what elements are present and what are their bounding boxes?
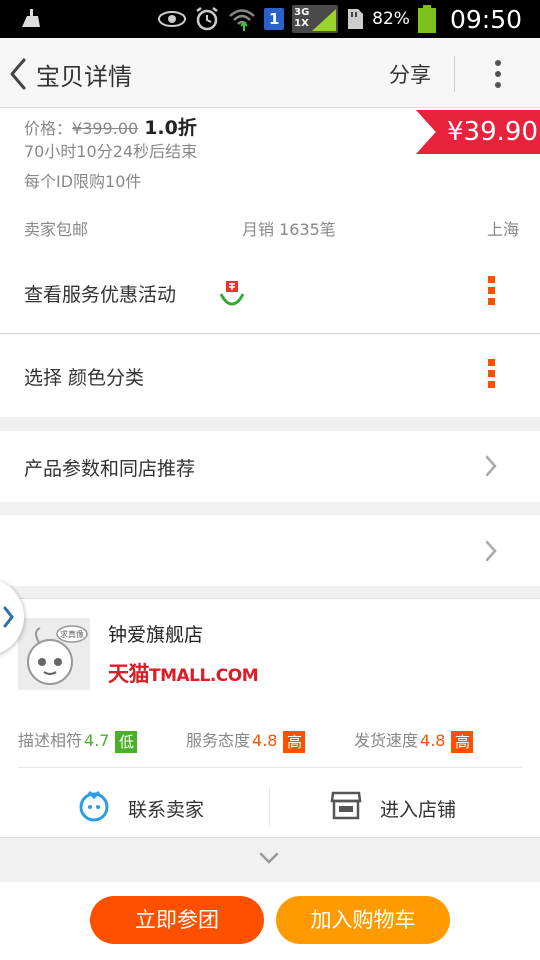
contact-seller-label: 联系卖家 xyxy=(128,799,205,821)
enter-shop-button[interactable]: 进入店铺 xyxy=(270,779,540,835)
product-params-row[interactable]: 产品参数和同店推荐 xyxy=(0,431,540,502)
shipping-info: 卖家包邮 xyxy=(24,220,89,239)
page-title: 宝贝详情 xyxy=(36,63,132,91)
discount-rate: 1.0折 xyxy=(144,117,197,139)
alarm-icon xyxy=(194,6,220,32)
select-variant-row[interactable]: 选择 颜色分类 xyxy=(0,335,540,417)
battery-icon xyxy=(417,5,436,33)
tmall-logo: 天猫TMALL.COM xyxy=(108,662,259,686)
purchase-limit: 每个ID限购10件 xyxy=(24,172,142,191)
product-params-label: 产品参数和同店推荐 xyxy=(24,458,196,480)
service-score: 服务态度 4.8 高 xyxy=(186,727,306,753)
join-group-button[interactable]: 立即参团 xyxy=(90,896,264,944)
add-to-cart-button[interactable]: 加入购物车 xyxy=(276,896,450,944)
service-promo-row[interactable]: 查看服务优惠活动 xyxy=(0,256,540,334)
chat-icon xyxy=(77,789,111,823)
sd-card-icon xyxy=(346,8,364,30)
wifi-icon xyxy=(228,7,256,31)
blank-detail-row[interactable] xyxy=(0,515,540,586)
back-button[interactable] xyxy=(4,54,34,94)
low-badge: 低 xyxy=(115,731,138,753)
shop-name[interactable]: 钟爱旗舰店 xyxy=(108,620,203,647)
desc-score: 描述相符 4.7 低 xyxy=(18,727,138,753)
cleaner-icon xyxy=(18,7,42,29)
enter-shop-label: 进入店铺 xyxy=(380,799,457,821)
countdown-timer: 70小时10分24秒后结束 xyxy=(24,142,198,161)
chevron-down-icon[interactable] xyxy=(258,850,280,866)
shop-divider xyxy=(18,767,522,768)
eye-icon xyxy=(158,9,187,29)
contact-seller-button[interactable]: 联系卖家 xyxy=(0,779,268,835)
sim-icon: 1 xyxy=(264,8,285,30)
battery-level: 82% xyxy=(372,9,410,29)
svg-text:求真像: 求真像 xyxy=(60,629,84,639)
signal-icon: 3G 1X xyxy=(292,5,339,33)
bottom-action-bar: 立即参团 加入购物车 xyxy=(0,882,540,960)
chevron-right-icon xyxy=(482,539,500,563)
monthly-sales: 月销 1635笔 xyxy=(242,220,336,239)
more-dots-icon xyxy=(488,276,496,306)
top-nav-bar: 宝贝详情 分享 xyxy=(0,38,540,108)
high-badge: 高 xyxy=(283,731,306,753)
price-line: 价格：¥399.00 1.0折 xyxy=(24,117,197,139)
seller-location: 上海 xyxy=(487,220,520,239)
original-price: ¥399.00 xyxy=(72,119,139,138)
more-dots-icon xyxy=(488,359,496,389)
service-promo-label: 查看服务优惠活动 xyxy=(24,284,177,306)
status-bar: 1 3G 1X 82% 09:50 xyxy=(0,0,540,38)
authentic-guarantee-icon xyxy=(219,280,245,306)
price-section: 价格：¥399.00 1.0折 70小时10分24秒后结束 每个ID限购10件 ¥… xyxy=(0,108,540,256)
clock: 09:50 xyxy=(449,4,522,34)
shop-logo[interactable]: 求真像 xyxy=(18,618,90,690)
chevron-right-icon xyxy=(482,454,500,478)
select-variant-label: 选择 颜色分类 xyxy=(24,367,145,389)
header-divider xyxy=(454,56,455,92)
store-icon xyxy=(330,789,362,821)
current-price-tag: ¥39.90 xyxy=(416,110,540,154)
shipping-score: 发货速度 4.8 高 xyxy=(354,727,474,753)
more-menu-button[interactable] xyxy=(484,58,512,90)
shop-card: 求真像 钟爱旗舰店 天猫TMALL.COM 描述相符 4.7 低 服务态度 4.8 高 … xyxy=(0,598,540,838)
high-badge: 高 xyxy=(451,731,474,753)
share-button[interactable]: 分享 xyxy=(389,59,431,89)
chevron-right-icon xyxy=(2,605,16,629)
